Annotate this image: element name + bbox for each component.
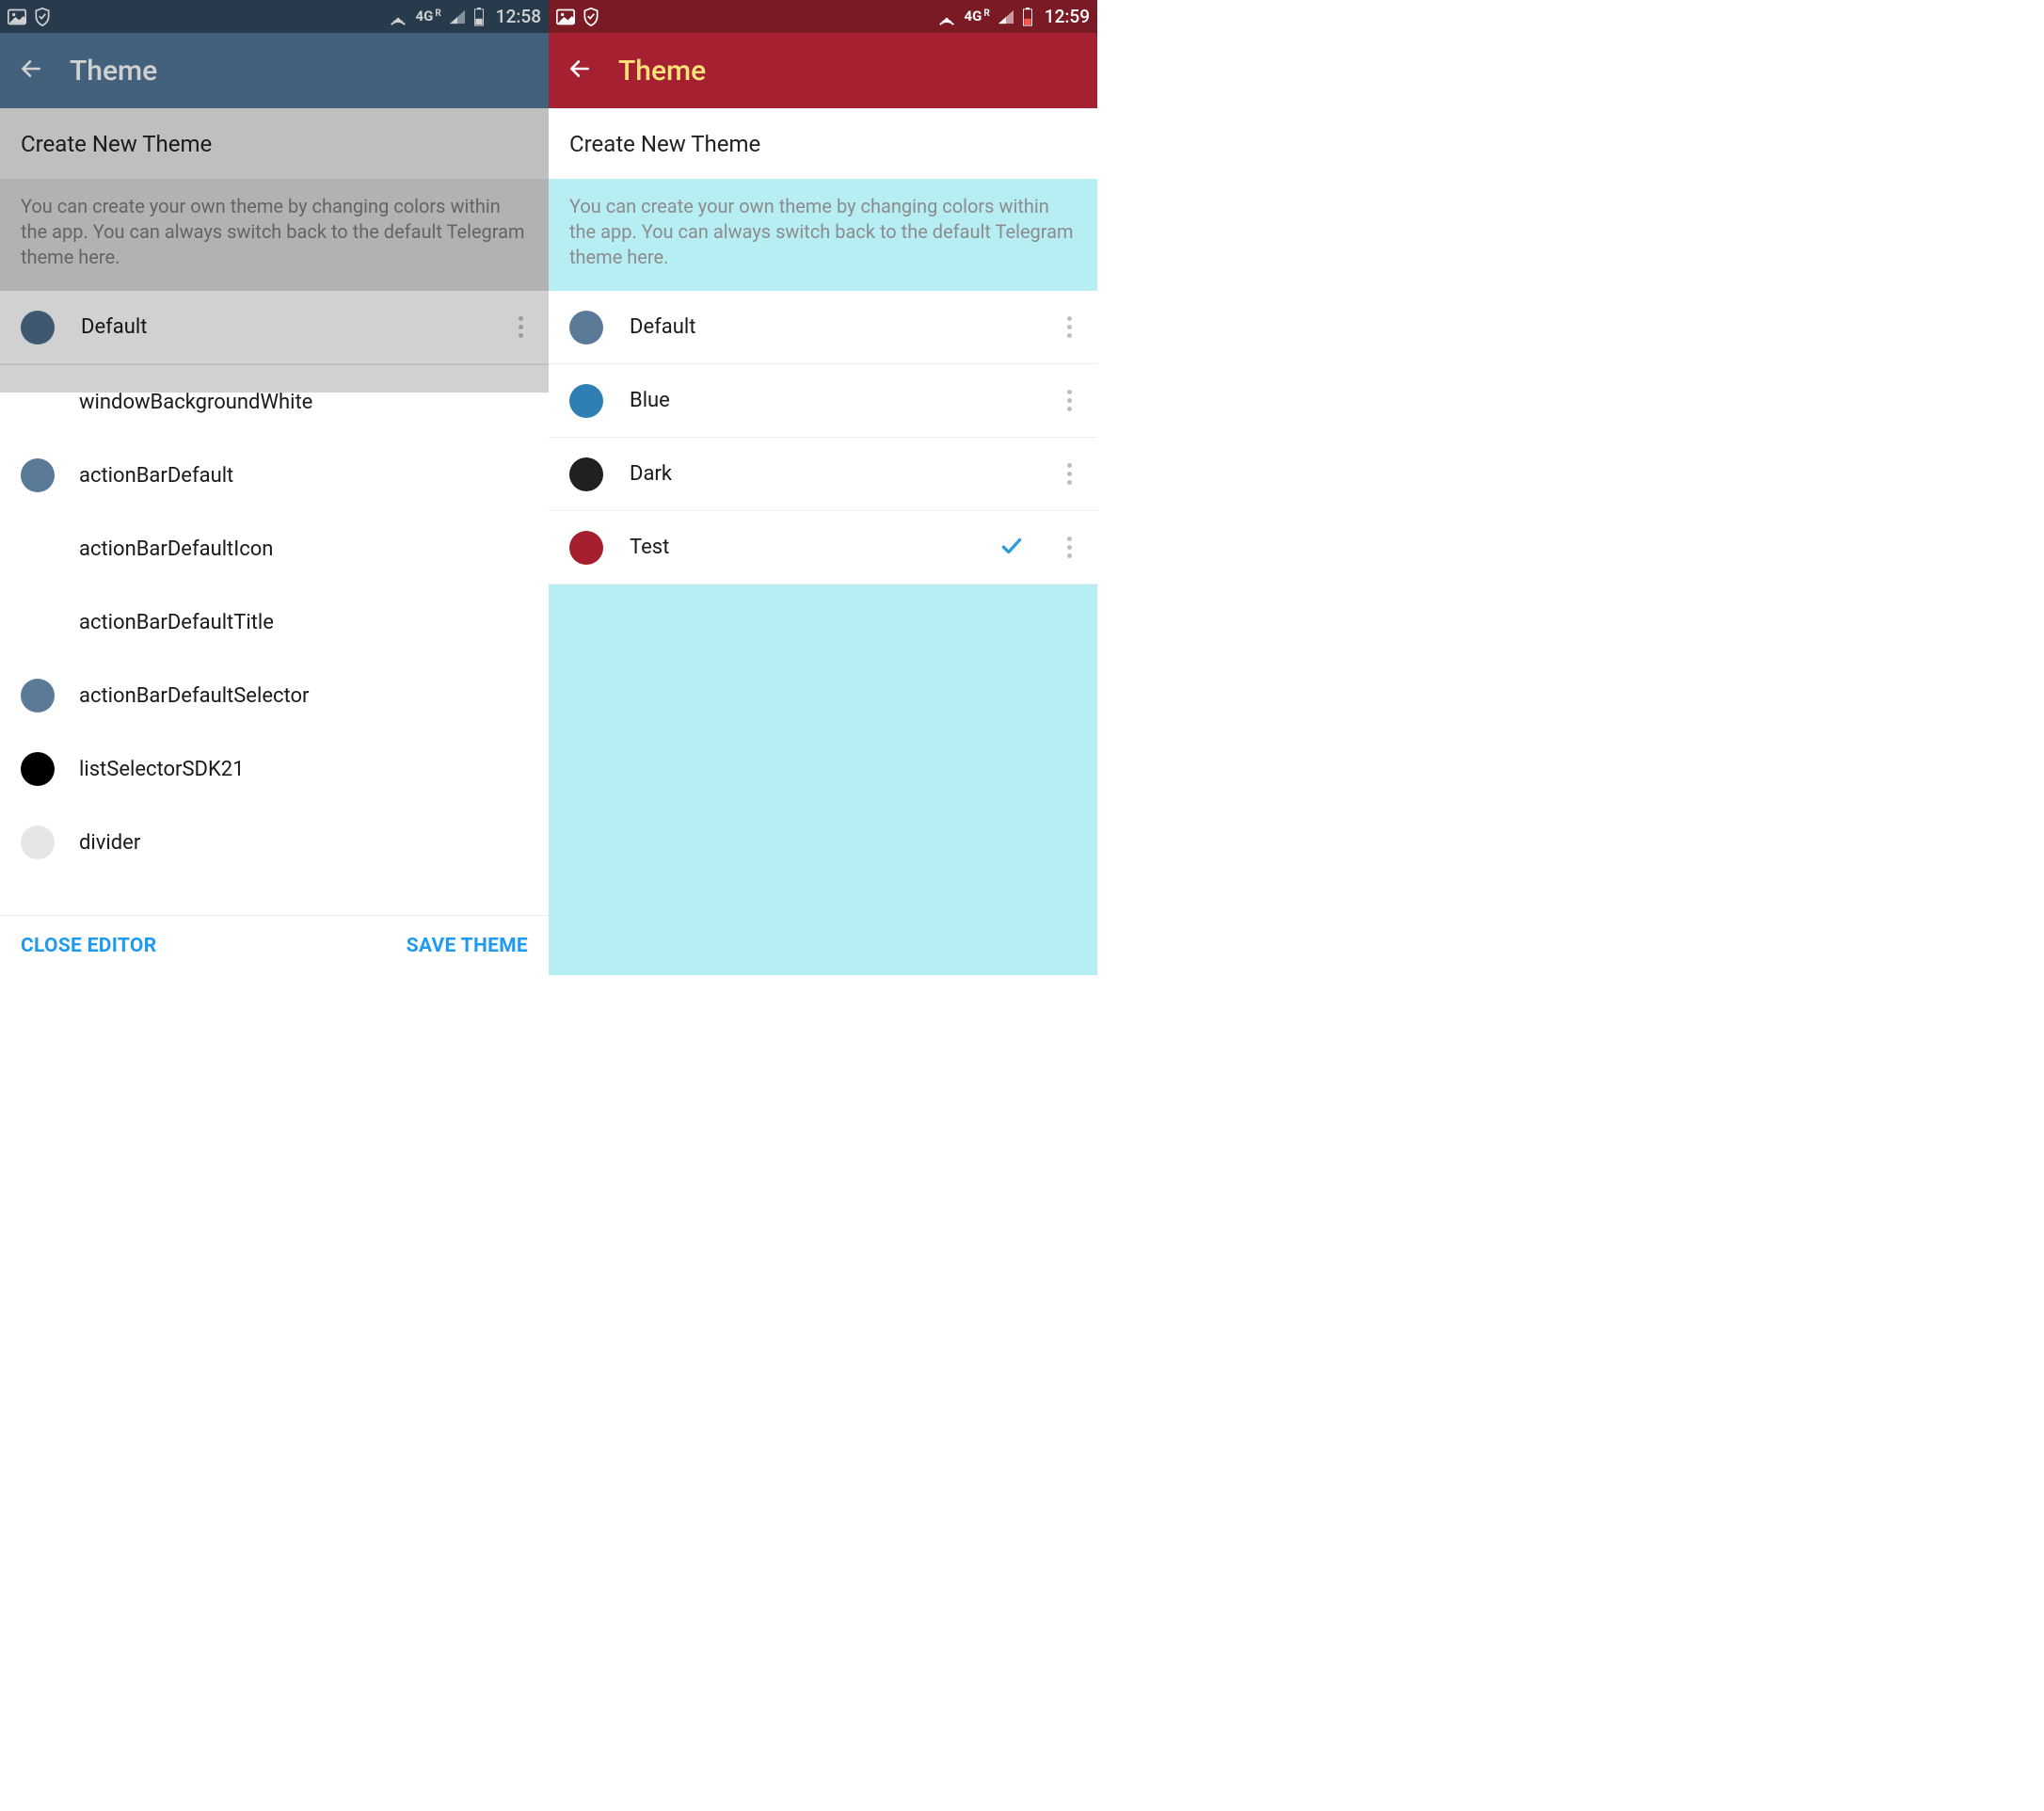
editor-list: windowBackgroundWhite actionBarDefault a… xyxy=(0,365,549,975)
close-editor-button[interactable]: CLOSE EDITOR xyxy=(21,935,156,957)
theme-color-dot xyxy=(21,311,55,345)
more-icon[interactable] xyxy=(1058,390,1080,411)
screenshot-right: 4GR 12:59 Theme Create New Theme You can… xyxy=(549,0,1097,975)
editor-item[interactable]: divider xyxy=(0,806,549,879)
check-icon xyxy=(999,534,1024,562)
signal-icon xyxy=(998,9,1014,24)
description-text: You can create your own theme by changin… xyxy=(0,179,549,291)
theme-row-default[interactable]: Default xyxy=(549,291,1097,364)
create-theme-button[interactable]: Create New Theme xyxy=(0,108,549,179)
app-bar: Theme xyxy=(549,33,1097,108)
page-title: Theme xyxy=(70,55,157,88)
editor-item[interactable]: actionBarDefaultSelector xyxy=(0,659,549,732)
more-icon[interactable] xyxy=(1058,463,1080,485)
description-text: You can create your own theme by changin… xyxy=(549,179,1097,291)
more-icon[interactable] xyxy=(1058,537,1080,558)
editor-item[interactable]: actionBarDefaultIcon xyxy=(0,512,549,585)
color-dot xyxy=(21,679,55,713)
theme-color-dot xyxy=(569,457,603,491)
theme-list: Default xyxy=(0,291,549,364)
hotspot-icon xyxy=(936,8,957,26)
theme-label: Default xyxy=(630,315,1031,339)
status-bar: 4GR 12:59 xyxy=(549,0,1097,33)
theme-row-dark[interactable]: Dark xyxy=(549,438,1097,511)
create-theme-label: Create New Theme xyxy=(21,131,212,157)
save-theme-button[interactable]: SAVE THEME xyxy=(407,935,528,957)
picture-icon xyxy=(8,8,26,25)
editor-item-label: actionBarDefaultSelector xyxy=(79,684,310,708)
more-icon[interactable] xyxy=(1058,316,1080,338)
clock-text: 12:58 xyxy=(496,6,541,27)
editor-item-label: actionBarDefaultIcon xyxy=(79,537,273,561)
color-dot xyxy=(21,458,55,492)
theme-label: Blue xyxy=(630,389,1031,412)
theme-label: Dark xyxy=(630,462,1031,486)
editor-bottom-bar: CLOSE EDITOR SAVE THEME xyxy=(0,915,549,975)
theme-label: Test xyxy=(630,536,973,559)
editor-item-label: listSelectorSDK21 xyxy=(79,758,245,781)
editor-item[interactable]: listSelectorSDK21 xyxy=(0,732,549,806)
editor-item-label: actionBarDefaultTitle xyxy=(79,611,274,634)
editor-item-label: windowBackgroundWhite xyxy=(79,391,312,414)
color-dot xyxy=(21,752,55,786)
network-label: 4GR xyxy=(416,9,441,24)
theme-list: Default Blue Dark Test xyxy=(549,291,1097,585)
battery-icon xyxy=(473,8,485,26)
shield-icon xyxy=(583,8,599,26)
theme-label: Default xyxy=(81,315,483,339)
hotspot-icon xyxy=(388,8,408,26)
color-dot xyxy=(21,385,55,419)
theme-row-default[interactable]: Default xyxy=(0,291,549,364)
editor-item[interactable]: windowBackgroundWhite xyxy=(0,365,549,439)
back-icon[interactable] xyxy=(567,56,592,85)
status-bar: 4GR 12:58 xyxy=(0,0,549,33)
shield-icon xyxy=(34,8,51,26)
theme-color-dot xyxy=(569,384,603,418)
editor-item-label: divider xyxy=(79,831,140,855)
back-icon[interactable] xyxy=(19,56,43,85)
color-dot xyxy=(21,605,55,639)
screenshot-left: 4GR 12:58 Theme Create New Theme You can… xyxy=(0,0,549,975)
create-theme-button[interactable]: Create New Theme xyxy=(549,108,1097,179)
color-dot xyxy=(21,825,55,859)
network-label: 4GR xyxy=(965,9,990,24)
create-theme-label: Create New Theme xyxy=(569,131,760,157)
signal-icon xyxy=(449,9,466,24)
editor-item[interactable]: actionBarDefault xyxy=(0,439,549,512)
color-dot xyxy=(21,532,55,566)
theme-color-dot xyxy=(569,311,603,345)
editor-item[interactable]: actionBarDefaultTitle xyxy=(0,585,549,659)
page-title: Theme xyxy=(618,55,706,88)
empty-area xyxy=(549,585,1097,975)
theme-row-test[interactable]: Test xyxy=(549,511,1097,585)
app-bar: Theme xyxy=(0,33,549,108)
battery-icon xyxy=(1022,8,1033,26)
clock-text: 12:59 xyxy=(1045,6,1090,27)
editor-item-label: actionBarDefault xyxy=(79,464,233,488)
picture-icon xyxy=(556,8,575,25)
more-icon[interactable] xyxy=(509,316,532,338)
theme-row-blue[interactable]: Blue xyxy=(549,364,1097,438)
theme-color-dot xyxy=(569,531,603,565)
